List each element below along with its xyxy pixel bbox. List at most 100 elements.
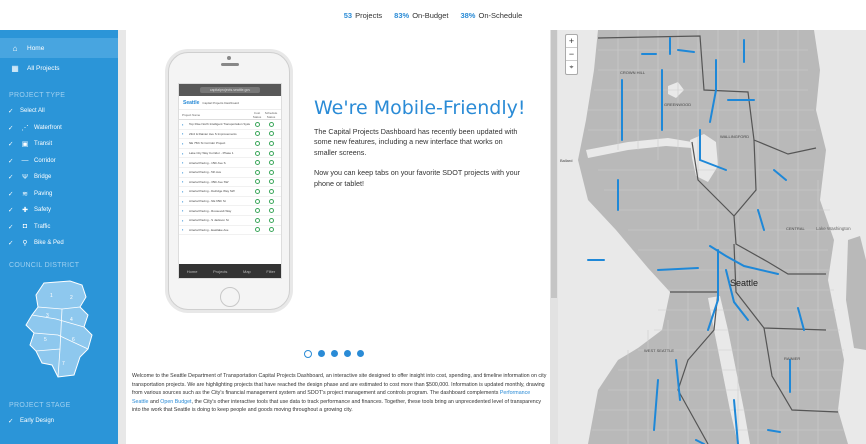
budget-label: On-Budget — [412, 10, 449, 20]
paving-icon: ≋ — [22, 190, 28, 198]
seattle-logo: Seattle — [183, 99, 200, 106]
open-budget-link[interactable]: Open Budget — [160, 399, 191, 405]
cost-ok-icon — [250, 150, 264, 156]
corridor-icon: — — [21, 157, 29, 165]
schedule-ok-icon — [264, 179, 278, 185]
project-type-safety[interactable]: ✓ ✚ Safety — [0, 202, 118, 219]
project-type-heading: PROJECT TYPE — [9, 92, 66, 99]
project-type-bridge[interactable]: ✓ Ψ Bridge — [0, 169, 118, 186]
nav-home[interactable]: ⌂ Home — [0, 38, 118, 58]
schedule-ok-icon — [264, 140, 278, 146]
phone-tab: Filter — [266, 268, 276, 274]
cost-ok-icon — [250, 208, 264, 214]
check-icon: ✓ — [8, 124, 14, 132]
project-type-bike-ped[interactable]: ✓ ⚲ Bike & Ped — [0, 235, 118, 252]
phone-row-name: Arterial Paving - 35th Ave SW — [189, 179, 229, 184]
projects-count: 53 — [343, 10, 353, 20]
bike-ped-icon: ⚲ — [22, 240, 28, 248]
district-label-1: 1 — [50, 293, 53, 299]
schedule-stat[interactable]: 38% On-Schedule — [460, 11, 522, 20]
project-type-label: Bike & Ped — [34, 240, 64, 247]
schedule-ok-icon — [264, 208, 278, 214]
projects-stat[interactable]: 53 Projects — [344, 11, 382, 20]
phone-table-row: ▪ NE 75th St Corridor Project — [179, 139, 281, 149]
cost-ok-icon — [250, 198, 264, 204]
map-label-lake-washington: Lake Washington — [816, 226, 851, 231]
main-scrollbar[interactable] — [550, 30, 558, 444]
budget-stat[interactable]: 83% On-Budget — [394, 11, 448, 20]
phone-header: Seattle Capital Projects Dashboard — [179, 96, 281, 110]
cost-ok-icon — [250, 121, 264, 127]
col-schedule-status: Schedule Status — [264, 110, 278, 119]
main-content: capitalprojects.seattle.gov Seattle Capi… — [126, 30, 550, 444]
phone-row-name: Arterial Paving - Eastlake Ave — [189, 227, 229, 232]
project-type-icon: ▪ — [182, 121, 184, 127]
cost-ok-icon — [250, 188, 264, 194]
project-type-traffic[interactable]: ✓ ◘ Traffic — [0, 219, 118, 236]
map-label-wallingford: WALLINGFORD — [720, 134, 749, 139]
ship-canal-water — [586, 138, 692, 158]
check-icon: ✓ — [8, 157, 14, 165]
zoom-out-button[interactable]: − — [566, 48, 577, 61]
carousel-dot[interactable] — [344, 350, 351, 357]
projects-label: Projects — [355, 10, 383, 20]
phone-row-name: Lake City Way Corridor - Phase 1 — [189, 151, 234, 156]
project-type-label: Corridor — [34, 157, 56, 164]
phone-table-row: ▪ Arterial Paving - Delridge Way SW — [179, 187, 281, 197]
map-label-rainier: RAINIER — [784, 356, 800, 361]
carousel-dot[interactable] — [318, 350, 325, 357]
project-map[interactable]: Seattle Lake Washington Ballard CROWN HI… — [558, 30, 866, 444]
locate-icon[interactable]: ⌖ — [566, 61, 577, 74]
phone-row-name: NE 75th St Corridor Project — [189, 141, 226, 146]
carousel-dot[interactable] — [304, 350, 312, 358]
carousel-dot[interactable] — [331, 350, 338, 357]
main-scrollbar-thumb[interactable] — [551, 30, 557, 298]
phone-table-body: ▪ Top Rise North Intelligent Transportati… — [179, 120, 281, 236]
phone-tab: Home — [186, 268, 198, 274]
phone-home-button — [220, 287, 240, 307]
phone-row-name: Arterial Paving - S Jackson St — [189, 218, 229, 223]
project-type-transit[interactable]: ✓ ▣ Transit — [0, 136, 118, 153]
home-icon: ⌂ — [12, 43, 18, 53]
phone-camera — [227, 56, 231, 60]
project-type-select-all[interactable]: ✓ Select All — [0, 103, 118, 120]
check-icon: ✓ — [8, 223, 14, 231]
transit-icon: ▣ — [21, 141, 29, 149]
project-type-icon: ▪ — [182, 217, 184, 223]
project-type-corridor[interactable]: ✓ — Corridor — [0, 153, 118, 170]
schedule-ok-icon — [264, 227, 278, 233]
phone-url-bar: capitalprojects.seattle.gov — [179, 84, 281, 96]
project-type-label: Transit — [34, 141, 53, 148]
phone-screen: capitalprojects.seattle.gov Seattle Capi… — [178, 83, 282, 279]
cost-ok-icon — [250, 160, 264, 166]
phone-tab-bar: Home Projects Map Filter — [179, 264, 281, 278]
schedule-ok-icon — [264, 198, 278, 204]
schedule-ok-icon — [264, 131, 278, 137]
project-type-label: Traffic — [34, 223, 51, 230]
stage-early-design[interactable]: ✓ Early Design — [0, 413, 118, 430]
project-type-icon: ▪ — [182, 208, 184, 214]
sidebar-scrollbar[interactable] — [118, 30, 126, 444]
map-canvas[interactable]: Seattle Lake Washington Ballard CROWN HI… — [558, 30, 866, 444]
project-type-icon: ▪ — [182, 150, 184, 156]
phone-table-row: ▪ Arterial Paving - S Jackson St — [179, 216, 281, 226]
check-icon: ✓ — [8, 190, 14, 198]
council-district-map[interactable]: 1 2 3 4 5 6 7 — [22, 279, 104, 379]
stats-bar: 53 Projects 83% On-Budget 38% On-Schedule — [0, 0, 866, 30]
phone-row-name: Arterial Paving - Delridge Way SW — [189, 189, 235, 194]
promo-title: We're Mobile-Friendly! — [314, 97, 526, 119]
district-label-5: 5 — [44, 337, 47, 343]
map-label-west-seattle: WEST SEATTLE — [644, 348, 674, 353]
project-type-waterfront[interactable]: ✓ ⋰ Waterfront — [0, 120, 118, 137]
project-type-label: Waterfront — [34, 124, 62, 131]
carousel-dot[interactable] — [357, 350, 364, 357]
nav-all-projects[interactable]: ▦ All Projects — [0, 58, 118, 78]
check-icon: ✓ — [8, 240, 14, 248]
promo-body: The Capital Projects Dashboard has recen… — [314, 127, 524, 199]
project-type-label: Paving — [34, 190, 53, 197]
carousel-dots — [304, 350, 364, 358]
zoom-in-button[interactable]: + — [566, 35, 577, 48]
project-type-paving[interactable]: ✓ ≋ Paving — [0, 186, 118, 203]
check-icon: ✓ — [8, 108, 14, 116]
cost-ok-icon — [250, 140, 264, 146]
